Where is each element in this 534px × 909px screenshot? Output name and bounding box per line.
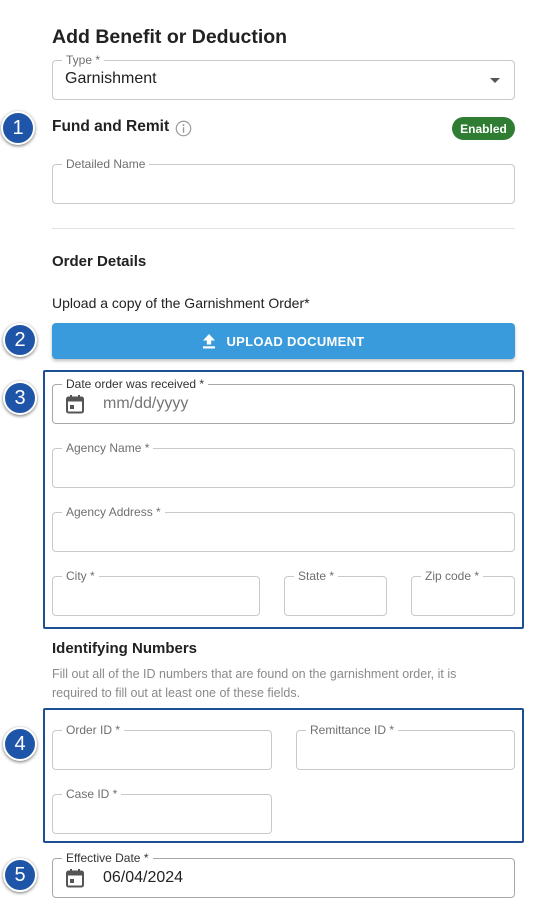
upload-document-button[interactable]: UPLOAD DOCUMENT bbox=[52, 323, 515, 359]
section-divider bbox=[52, 228, 515, 229]
enabled-status-badge: Enabled bbox=[452, 117, 515, 140]
step-marker-2: 2 bbox=[3, 323, 37, 357]
type-select-value: Garnishment bbox=[65, 70, 157, 87]
type-select-label: Type * bbox=[62, 53, 105, 67]
fund-and-remit-heading: Fund and Remit bbox=[52, 118, 170, 135]
callout-box-order-fields bbox=[43, 370, 524, 629]
order-details-heading: Order Details bbox=[52, 253, 147, 270]
step-marker-1: 1 bbox=[1, 111, 35, 145]
type-select[interactable]: Type * Garnishment bbox=[52, 53, 515, 100]
identifying-numbers-heading: Identifying Numbers bbox=[52, 640, 198, 657]
effective-date-field[interactable]: Effective Date * 06/04/2024 bbox=[52, 851, 515, 898]
info-icon[interactable] bbox=[175, 120, 192, 137]
effective-date-label: Effective Date * bbox=[62, 851, 153, 865]
upload-prompt: Upload a copy of the Garnishment Order* bbox=[52, 295, 310, 311]
identifying-numbers-help-text: Fill out all of the ID numbers that are … bbox=[52, 667, 457, 700]
effective-date-value: 06/04/2024 bbox=[103, 869, 184, 886]
step-marker-3: 3 bbox=[3, 381, 37, 415]
page-title: Add Benefit or Deduction bbox=[52, 26, 288, 48]
upload-icon bbox=[203, 333, 216, 348]
upload-document-label: UPLOAD DOCUMENT bbox=[226, 333, 365, 349]
detailed-name-field[interactable]: Detailed Name bbox=[52, 157, 515, 204]
calendar-icon[interactable] bbox=[65, 868, 85, 888]
callout-box-identifying-numbers bbox=[43, 708, 524, 843]
step-marker-4: 4 bbox=[3, 727, 37, 761]
detailed-name-label: Detailed Name bbox=[62, 157, 150, 171]
dropdown-arrow-icon[interactable] bbox=[490, 78, 500, 83]
step-marker-5: 5 bbox=[3, 858, 37, 892]
